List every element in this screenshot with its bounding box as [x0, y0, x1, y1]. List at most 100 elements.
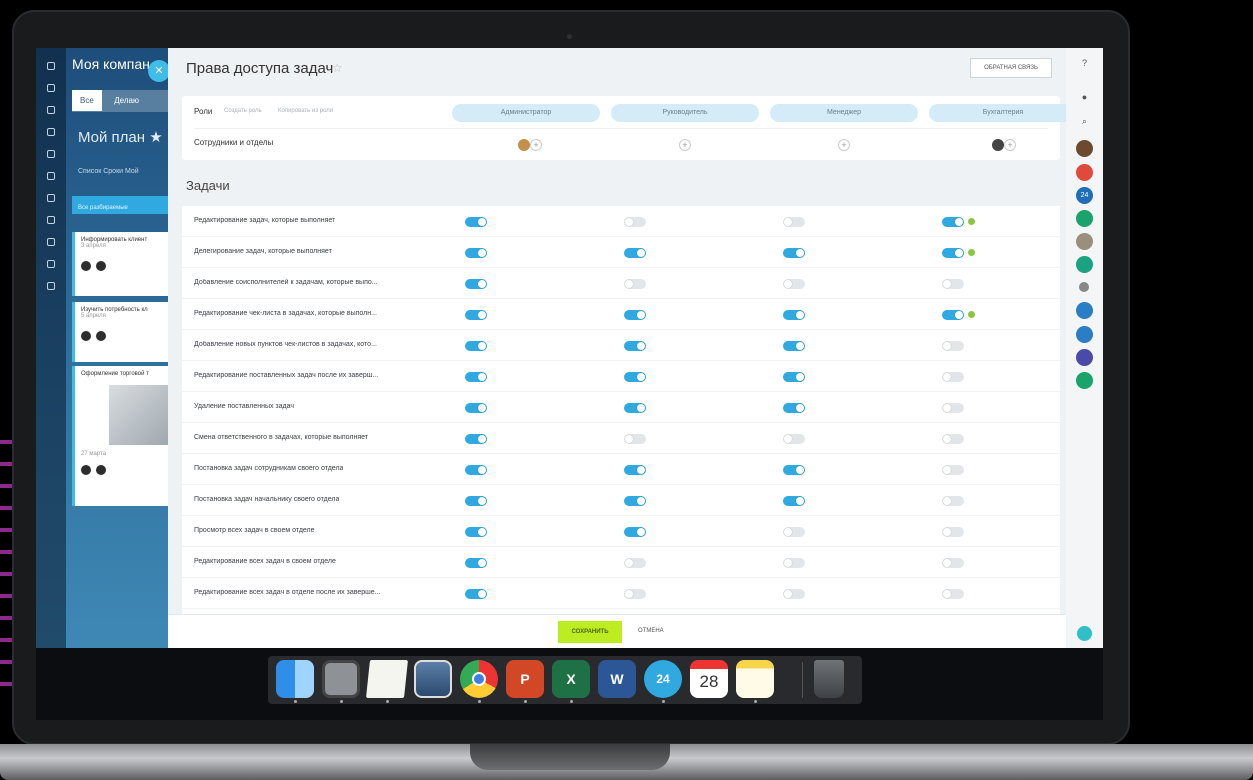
avatar[interactable] [1076, 140, 1093, 157]
permission-toggle[interactable] [624, 310, 646, 320]
chat-icon[interactable] [47, 106, 55, 114]
permission-toggle[interactable] [624, 217, 646, 227]
bitrix24-icon[interactable]: 24 [1076, 187, 1093, 204]
permission-toggle[interactable] [783, 496, 805, 506]
feedback-button[interactable]: ОБРАТНАЯ СВЯЗЬ [970, 58, 1052, 78]
openline-icon[interactable] [1076, 326, 1093, 343]
openline-icon[interactable] [1076, 349, 1093, 366]
sites-icon[interactable] [47, 260, 55, 268]
filter-icon[interactable] [47, 216, 55, 224]
permission-toggle[interactable] [783, 341, 805, 351]
permission-toggle[interactable] [624, 527, 646, 537]
permission-toggle[interactable] [942, 341, 964, 351]
permission-toggle[interactable] [783, 558, 805, 568]
openline-icon[interactable] [1076, 256, 1093, 273]
calendar-icon[interactable] [47, 172, 55, 180]
calendar-icon[interactable]: 28 [690, 660, 728, 698]
openline-icon[interactable] [1076, 302, 1093, 319]
permission-toggle[interactable] [624, 434, 646, 444]
settings-icon[interactable] [47, 282, 55, 290]
openline-icon[interactable] [1076, 164, 1093, 181]
permission-toggle[interactable] [624, 372, 646, 382]
avatar[interactable] [1079, 282, 1089, 292]
permission-toggle[interactable] [465, 403, 487, 413]
permission-toggle[interactable] [942, 248, 964, 258]
avatar[interactable] [1076, 233, 1093, 250]
role-head[interactable]: Руководитель [611, 104, 759, 122]
menu-icon[interactable] [47, 62, 55, 70]
add-staff-icon[interactable]: + [1004, 138, 1016, 151]
star-icon[interactable]: ☆ [332, 61, 343, 75]
tab-doing[interactable]: Делаю [106, 90, 147, 111]
create-role-link[interactable]: Создать роль [224, 108, 262, 114]
permission-toggle[interactable] [465, 372, 487, 382]
permission-toggle[interactable] [942, 558, 964, 568]
permission-toggle[interactable] [783, 403, 805, 413]
permission-toggle[interactable] [942, 310, 964, 320]
trash-icon[interactable] [814, 660, 844, 698]
add-staff-icon[interactable]: + [530, 138, 542, 151]
add-staff-icon[interactable]: + [679, 138, 691, 151]
permission-toggle[interactable] [942, 465, 964, 475]
chrome-icon[interactable] [460, 660, 498, 698]
permission-toggle[interactable] [783, 279, 805, 289]
permission-toggle[interactable] [624, 589, 646, 599]
cancel-button[interactable]: ОТМЕНА [638, 628, 664, 634]
role-manager[interactable]: Менеджер [770, 104, 918, 122]
finder-icon[interactable] [276, 660, 314, 698]
employees-icon[interactable] [47, 128, 55, 136]
permission-toggle[interactable] [942, 496, 964, 506]
permission-toggle[interactable] [942, 527, 964, 537]
permission-toggle[interactable] [624, 496, 646, 506]
permission-toggle[interactable] [624, 341, 646, 351]
task-card[interactable]: Оформление торговой т 27 марта [72, 366, 179, 506]
crm-icon[interactable] [47, 150, 55, 158]
permission-toggle[interactable] [942, 279, 964, 289]
permission-toggle[interactable] [783, 217, 805, 227]
task-card[interactable]: Изучить потребность кл 5 апреля [72, 302, 168, 362]
permission-toggle[interactable] [465, 217, 487, 227]
permission-toggle[interactable] [624, 279, 646, 289]
permission-toggle[interactable] [465, 279, 487, 289]
permission-toggle[interactable] [942, 217, 964, 227]
permission-toggle[interactable] [465, 248, 487, 258]
permission-toggle[interactable] [783, 527, 805, 537]
system-preferences-icon[interactable] [322, 660, 360, 698]
word-icon[interactable]: W [598, 660, 636, 698]
save-button[interactable]: СОХРАНИТЬ [558, 621, 622, 643]
tab-all[interactable]: Все [72, 90, 102, 111]
openline-icon[interactable] [1076, 372, 1093, 389]
permission-toggle[interactable] [942, 372, 964, 382]
task-card[interactable]: Информировать клиент 3 апреля [72, 232, 168, 296]
permission-toggle[interactable] [465, 496, 487, 506]
permission-toggle[interactable] [624, 403, 646, 413]
drive-icon[interactable] [47, 238, 55, 246]
clock-icon[interactable] [47, 194, 55, 202]
permission-toggle[interactable] [465, 527, 487, 537]
permission-toggle[interactable] [465, 589, 487, 599]
bell-icon[interactable]: ● [1079, 92, 1090, 103]
permission-toggle[interactable] [783, 465, 805, 475]
permission-toggle[interactable] [942, 434, 964, 444]
openline-icon[interactable] [1076, 210, 1093, 227]
help-icon[interactable]: ? [1079, 58, 1090, 69]
permission-toggle[interactable] [465, 341, 487, 351]
permission-toggle[interactable] [624, 465, 646, 475]
permission-toggle[interactable] [465, 310, 487, 320]
permission-toggle[interactable] [942, 589, 964, 599]
permission-toggle[interactable] [783, 372, 805, 382]
bitrix24-icon[interactable]: 24 [644, 660, 682, 698]
view-switcher[interactable]: Список Сроки Мой [78, 168, 139, 175]
permission-toggle[interactable] [624, 558, 646, 568]
permission-toggle[interactable] [783, 589, 805, 599]
preview-icon[interactable] [414, 660, 452, 698]
add-staff-icon[interactable]: + [838, 138, 850, 151]
excel-icon[interactable]: X [552, 660, 590, 698]
chat-widget-icon[interactable] [1077, 626, 1092, 641]
permission-toggle[interactable] [942, 403, 964, 413]
permission-toggle[interactable] [783, 310, 805, 320]
tasks-icon[interactable] [47, 84, 55, 92]
textedit-icon[interactable] [366, 660, 408, 698]
permission-toggle[interactable] [783, 434, 805, 444]
permission-toggle[interactable] [465, 558, 487, 568]
